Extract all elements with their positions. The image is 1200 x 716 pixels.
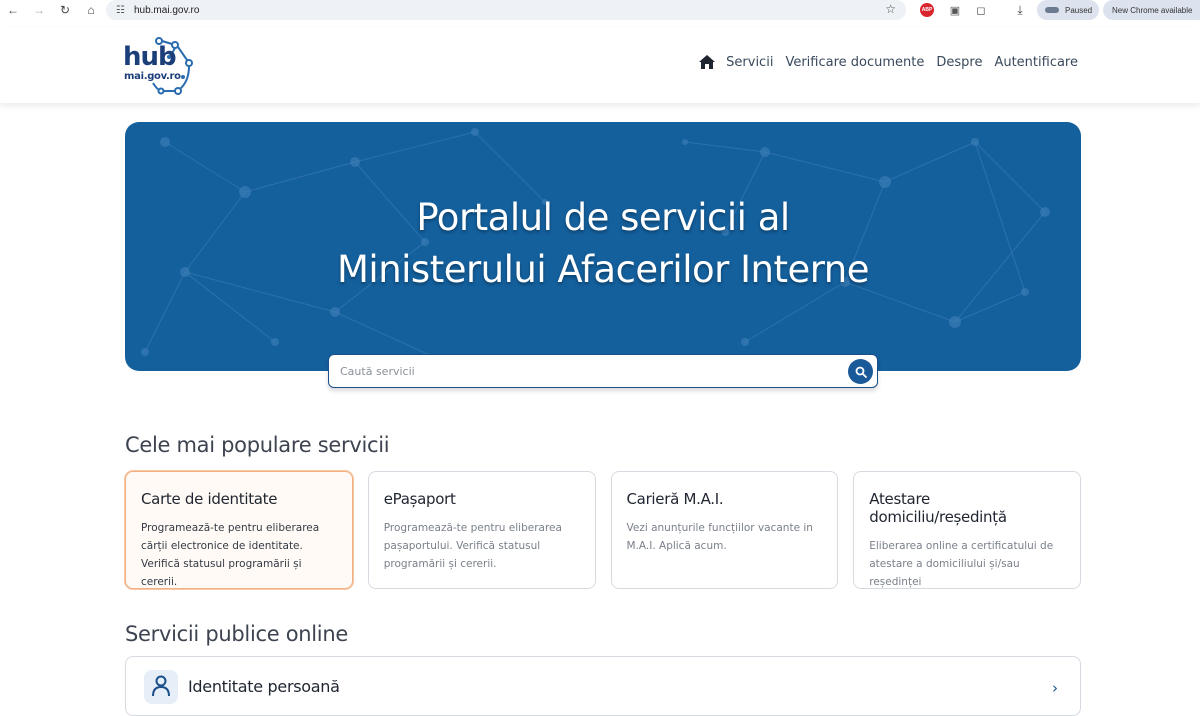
search-box [328, 354, 878, 388]
back-icon[interactable]: ← [0, 0, 26, 20]
logo-text: hub [123, 42, 177, 72]
profile-status: Paused [1065, 5, 1093, 15]
service-card-desc: Vezi anunțurile funcțiilor vacante in M.… [626, 522, 813, 552]
service-card-desc: Programează-te pentru eliberarea pașapor… [383, 522, 562, 570]
nav-verificare-documente[interactable]: Verificare documente [785, 55, 924, 70]
adblock-extension-icon[interactable]: ABP [920, 3, 934, 17]
service-card-title: ePașaport [383, 490, 456, 508]
service-card-atestare-domiciliu[interactable]: Atestare domiciliu/reședință Eliberarea … [853, 471, 1081, 589]
popular-services-title: Cele mai populare servicii [125, 433, 390, 457]
online-service-identitate-persoana[interactable]: Identitate persoană › [125, 656, 1081, 716]
person-icon [144, 670, 178, 704]
service-card-epasaport[interactable]: ePașaport Programează-te pentru eliberar… [367, 471, 596, 589]
nav-despre[interactable]: Despre [936, 55, 982, 70]
online-services-title: Servicii publice online [125, 622, 348, 646]
hero-title-line2: Ministerului Afacerilor Interne [336, 248, 870, 291]
hero-title: Portalul de servicii al Ministerului Afa… [125, 192, 1081, 296]
forward-icon[interactable]: → [26, 0, 52, 20]
main-nav: Servicii Verificare documente Despre Aut… [698, 54, 1078, 70]
profile-avatar [1045, 7, 1059, 13]
service-card-desc: Programează-te pentru eliberarea cărții … [141, 522, 320, 588]
site-info-icon[interactable]: ☷ [116, 5, 125, 16]
site-header: hub mai.gov.ro Servicii Verificare docum… [0, 27, 1200, 103]
address-bar[interactable]: ☷ hub.mai.gov.ro ☆ [106, 0, 906, 20]
search-icon [855, 366, 867, 378]
service-card-desc: Eliberarea online a certificatului de at… [869, 540, 1054, 588]
address-url[interactable]: hub.mai.gov.ro [134, 5, 199, 16]
online-service-label: Identitate persoană [188, 677, 340, 696]
search-input[interactable] [330, 356, 840, 386]
nav-autentificare[interactable]: Autentificare [994, 55, 1078, 70]
chevron-right-icon: › [1052, 679, 1058, 697]
search-button[interactable] [848, 359, 873, 384]
update-label: New Chrome available [1112, 5, 1193, 15]
hub-logo[interactable]: hub mai.gov.ro [123, 33, 198, 97]
service-card-title: Carte de identitate [141, 490, 278, 508]
hero-title-line1: Portalul de servicii al [416, 196, 790, 239]
nav-servicii[interactable]: Servicii [726, 55, 773, 70]
profile-paused-button[interactable]: Paused [1037, 0, 1099, 20]
reload-icon[interactable]: ↻ [52, 0, 78, 20]
browser-toolbar: ← → ↻ ⌂ ☷ hub.mai.gov.ro ☆ ABP ▣ ◻ ⤓ Pau… [0, 0, 1200, 20]
chrome-update-button[interactable]: New Chrome available [1103, 0, 1200, 20]
download-icon[interactable]: ⤓ [1013, 3, 1027, 17]
service-card-title: Atestare domiciliu/reședință [869, 490, 1007, 526]
extensions-puzzle-icon[interactable]: ◻ [974, 3, 988, 17]
image-extension-icon[interactable]: ▣ [948, 3, 962, 17]
home-browser-icon[interactable]: ⌂ [78, 0, 104, 20]
service-card-cariera[interactable]: Carieră M.A.I. Vezi anunțurile funcțiilo… [610, 471, 839, 589]
service-card-title: Carieră M.A.I. [626, 490, 724, 508]
bookmark-star-icon[interactable]: ☆ [885, 2, 896, 16]
hero-banner: Portalul de servicii al Ministerului Afa… [125, 122, 1081, 371]
home-icon[interactable] [698, 54, 716, 70]
service-card-carte-identitate[interactable]: Carte de identitate Programează-te pentr… [125, 471, 353, 589]
popular-services-cards: Carte de identitate Programează-te pentr… [125, 471, 1081, 589]
logo-subtext: mai.gov.ro [124, 71, 181, 82]
